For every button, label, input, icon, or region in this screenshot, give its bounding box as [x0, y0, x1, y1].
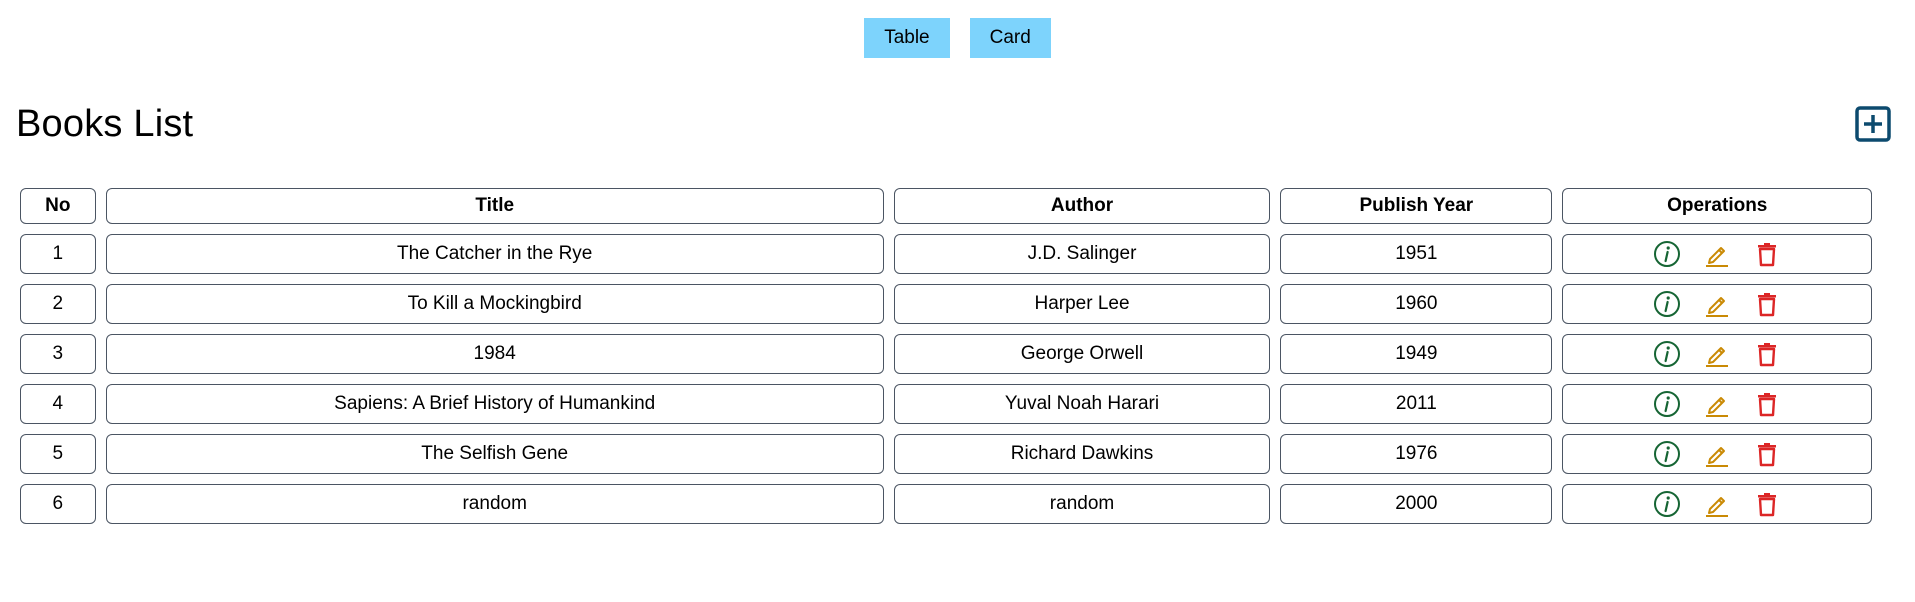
- table-row: 2 To Kill a Mockingbird Harper Lee 1960: [20, 284, 1872, 324]
- cell-operations: [1562, 484, 1872, 524]
- operations-group: [1563, 235, 1871, 273]
- edit-pencil-icon[interactable]: [1702, 289, 1732, 319]
- column-header-no: No: [20, 188, 96, 224]
- cell-operations: [1562, 384, 1872, 424]
- edit-pencil-icon[interactable]: [1702, 339, 1732, 369]
- card-view-button[interactable]: Card: [969, 18, 1051, 58]
- column-header-author: Author: [893, 188, 1271, 224]
- table-header-row: No Title Author Publish Year Operations: [20, 188, 1872, 224]
- cell-no: 3: [20, 334, 96, 374]
- table-view-button[interactable]: Table: [864, 18, 950, 58]
- cell-title: The Catcher in the Rye: [105, 234, 884, 274]
- info-circle-icon[interactable]: [1652, 439, 1682, 469]
- trash-icon[interactable]: [1752, 489, 1782, 519]
- cell-no: 5: [20, 434, 96, 474]
- cell-no: 4: [20, 384, 96, 424]
- operations-group: [1563, 385, 1871, 423]
- cell-publish-year: 1976: [1280, 434, 1553, 474]
- cell-no: 6: [20, 484, 96, 524]
- cell-publish-year: 2000: [1280, 484, 1553, 524]
- cell-author: Richard Dawkins: [893, 434, 1271, 474]
- info-circle-icon[interactable]: [1652, 339, 1682, 369]
- info-circle-icon[interactable]: [1652, 489, 1682, 519]
- view-toggle: Table Card: [0, 18, 1915, 58]
- cell-publish-year: 1960: [1280, 284, 1553, 324]
- cell-operations: [1562, 334, 1872, 374]
- cell-title: 1984: [105, 334, 884, 374]
- books-table: No Title Author Publish Year Operations …: [10, 178, 1882, 534]
- add-book-button[interactable]: [1853, 104, 1893, 144]
- column-header-operations: Operations: [1562, 188, 1872, 224]
- operations-group: [1563, 335, 1871, 373]
- page-title: Books List: [16, 102, 194, 145]
- operations-group: [1563, 435, 1871, 473]
- table-row: 4 Sapiens: A Brief History of Humankind …: [20, 384, 1872, 424]
- table-row: 1 The Catcher in the Rye J.D. Salinger 1…: [20, 234, 1872, 274]
- cell-title: The Selfish Gene: [105, 434, 884, 474]
- cell-publish-year: 1949: [1280, 334, 1553, 374]
- cell-author: J.D. Salinger: [893, 234, 1271, 274]
- edit-pencil-icon[interactable]: [1702, 239, 1732, 269]
- cell-no: 1: [20, 234, 96, 274]
- trash-icon[interactable]: [1752, 339, 1782, 369]
- cell-author: Yuval Noah Harari: [893, 384, 1271, 424]
- edit-pencil-icon[interactable]: [1702, 489, 1732, 519]
- edit-pencil-icon[interactable]: [1702, 439, 1732, 469]
- table-row: 5 The Selfish Gene Richard Dawkins 1976: [20, 434, 1872, 474]
- operations-group: [1563, 285, 1871, 323]
- cell-author: Harper Lee: [893, 284, 1271, 324]
- plus-square-icon: [1855, 106, 1891, 142]
- cell-operations: [1562, 234, 1872, 274]
- cell-title: random: [105, 484, 884, 524]
- cell-no: 2: [20, 284, 96, 324]
- trash-icon[interactable]: [1752, 239, 1782, 269]
- table-row: 6 random random 2000: [20, 484, 1872, 524]
- cell-publish-year: 1951: [1280, 234, 1553, 274]
- table-row: 3 1984 George Orwell 1949: [20, 334, 1872, 374]
- page-header: Books List: [16, 96, 1893, 152]
- column-header-title: Title: [105, 188, 884, 224]
- info-circle-icon[interactable]: [1652, 239, 1682, 269]
- info-circle-icon[interactable]: [1652, 389, 1682, 419]
- trash-icon[interactable]: [1752, 439, 1782, 469]
- cell-title: To Kill a Mockingbird: [105, 284, 884, 324]
- operations-group: [1563, 485, 1871, 523]
- cell-author: George Orwell: [893, 334, 1271, 374]
- column-header-publish-year: Publish Year: [1280, 188, 1553, 224]
- trash-icon[interactable]: [1752, 389, 1782, 419]
- edit-pencil-icon[interactable]: [1702, 389, 1732, 419]
- cell-title: Sapiens: A Brief History of Humankind: [105, 384, 884, 424]
- cell-author: random: [893, 484, 1271, 524]
- info-circle-icon[interactable]: [1652, 289, 1682, 319]
- trash-icon[interactable]: [1752, 289, 1782, 319]
- cell-operations: [1562, 284, 1872, 324]
- cell-publish-year: 2011: [1280, 384, 1553, 424]
- cell-operations: [1562, 434, 1872, 474]
